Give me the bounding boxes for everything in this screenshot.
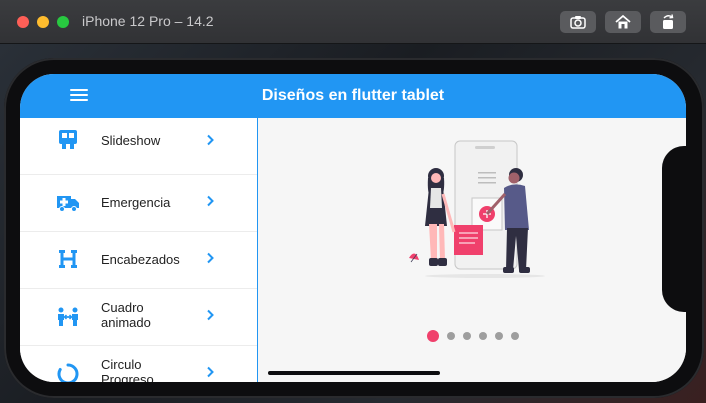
pagination-dot[interactable] (495, 332, 503, 340)
sidebar-item-label: Slideshow (101, 133, 161, 148)
circle-progress-icon (57, 363, 79, 382)
sidebar-item-label: Emergencia (101, 195, 171, 210)
app-screen: Diseños en flutter tablet Slideshow Emer… (20, 74, 686, 382)
sidebar-item-cuadro-animado[interactable]: Cuadro animado (20, 289, 257, 346)
sidebar-item-label: Circulo Progreso (101, 357, 154, 382)
sidebar-item-slideshow[interactable]: Slideshow (20, 118, 257, 175)
close-window-button[interactable] (17, 16, 29, 28)
sidebar-item-circulo-progreso[interactable]: Circulo Progreso (20, 346, 257, 382)
phone-notch (662, 146, 702, 312)
rotate-icon (663, 14, 674, 29)
home-indicator[interactable] (268, 371, 440, 375)
chevron-right-icon (207, 309, 214, 321)
pagination-dot[interactable] (479, 332, 487, 340)
people-with-phone-illustration (409, 140, 545, 278)
slideshow-icon (59, 130, 77, 149)
screenshot-icon (570, 16, 586, 29)
ambulance-icon (57, 196, 79, 212)
home-icon (615, 14, 631, 29)
pagination-dot[interactable] (463, 332, 471, 340)
heading-icon (59, 250, 77, 268)
zoom-window-button[interactable] (57, 16, 69, 28)
rotate-button[interactable] (650, 11, 686, 33)
sidebar-menu: Slideshow Emergencia Encabezados Cuadro … (20, 118, 258, 382)
sidebar-item-encabezados[interactable]: Encabezados (20, 232, 257, 289)
minimize-window-button[interactable] (37, 16, 49, 28)
app-bar: Diseños en flutter tablet (20, 74, 686, 118)
window-title: iPhone 12 Pro – 14.2 (82, 13, 214, 29)
slideshow-panel[interactable] (258, 118, 686, 382)
chevron-right-icon (207, 252, 214, 264)
app-title: Diseños en flutter tablet (261, 87, 445, 104)
sidebar-item-label: Cuadro animado (101, 300, 151, 330)
pagination-dot-active[interactable] (427, 330, 439, 342)
pagination-dot[interactable] (511, 332, 519, 340)
pagination-dot[interactable] (447, 332, 455, 340)
screenshot-button[interactable] (560, 11, 596, 33)
sidebar-item-label: Encabezados (101, 252, 180, 267)
chevron-right-icon (207, 195, 214, 207)
simulator-titlebar: iPhone 12 Pro – 14.2 (0, 0, 706, 44)
home-button[interactable] (605, 11, 641, 33)
chevron-right-icon (207, 134, 214, 146)
sidebar-item-emergencia[interactable]: Emergencia (20, 175, 257, 232)
people-arrows-icon (58, 307, 78, 326)
chevron-right-icon (207, 366, 214, 378)
